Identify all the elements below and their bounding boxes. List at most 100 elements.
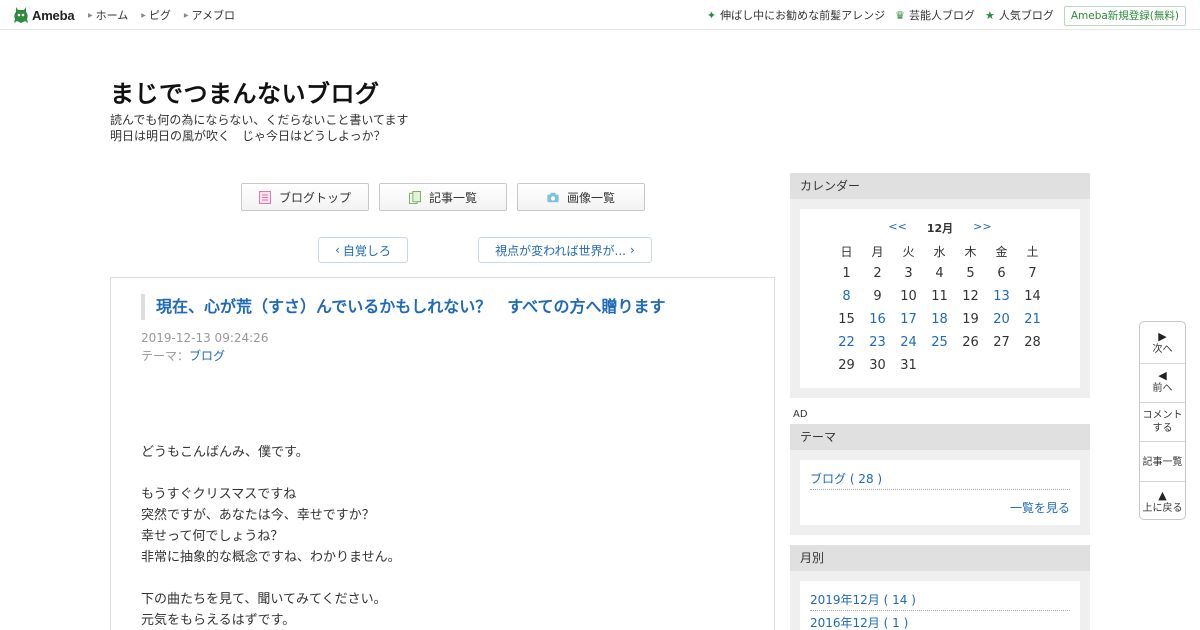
featured-link[interactable]: ✦ 伸ばし中にお勧めな前髪アレンジ xyxy=(707,9,885,23)
article-theme: テーマ：ブログ xyxy=(141,347,225,364)
calendar-day[interactable]: 13 xyxy=(986,285,1017,308)
next-entry-link[interactable]: 視点が変われば世界が... › xyxy=(478,237,652,263)
calendar-day: 12 xyxy=(962,289,979,304)
article-title[interactable]: 現在、心が荒（すさ）んでいるかもしれない？ すべての方へ贈ります xyxy=(141,294,665,320)
nav-pigg[interactable]: ▶ ピグ xyxy=(141,9,171,23)
calendar-grid: 日月火水木金土 1 2 3 4 5 6 7 8 9 10 11 12 13 14 15 16 17 18 19 20 21… xyxy=(831,242,1048,377)
theme-more-link[interactable]: 一覧を見る xyxy=(1010,499,1070,516)
calendar-day[interactable]: 8 xyxy=(831,285,862,308)
calendar-day: 10 xyxy=(900,289,917,304)
entries-list-float-button[interactable]: 記事一覧 xyxy=(1140,456,1185,469)
popular-blog-link[interactable]: ★ 人気ブログ xyxy=(985,9,1054,23)
calendar-day: 9 xyxy=(873,289,882,304)
entries-list-button[interactable]: 記事一覧 xyxy=(379,183,507,211)
theme-body: ブログ ( 28 ) 一覧を見る xyxy=(800,460,1080,525)
prev-page-button[interactable]: ◀ 前へ xyxy=(1140,369,1185,395)
body-line: どうもこんばんみ、僕です。 xyxy=(141,445,309,460)
popular-blog-label: 人気ブログ xyxy=(998,9,1054,22)
monthly-heading: 月別 xyxy=(790,545,1090,571)
prev-page-label: 前へ xyxy=(1152,383,1173,394)
calendar-day: 28 xyxy=(1024,335,1041,350)
calendar-day: 1 xyxy=(842,266,851,281)
calendar-day: 4 xyxy=(935,266,944,281)
body-line: 非常に抽象的な概念ですね、わかりません。 xyxy=(141,550,401,565)
calendar-body: << 12月 >> 日月火水木金土 1 2 3 4 5 6 7 8 9 10 11 12 13 14 15 16… xyxy=(800,209,1080,388)
featured-link-label: 伸ばし中にお勧めな前髪アレンジ xyxy=(720,9,886,22)
divider xyxy=(810,489,1070,490)
calendar-next-link[interactable]: >> xyxy=(973,220,991,236)
signup-button[interactable]: Ameba新規登録(無料) xyxy=(1063,6,1186,26)
calendar-day[interactable]: 17 xyxy=(893,308,924,331)
monthly-item[interactable]: 2019年12月 ( 14 ) xyxy=(810,591,916,608)
calendar-prev-link[interactable]: << xyxy=(888,220,906,236)
theme-item[interactable]: ブログ ( 28 ) xyxy=(810,470,882,487)
calendar-day: 30 xyxy=(869,358,886,373)
nav-ameblo[interactable]: ▶ アメブロ xyxy=(184,9,235,23)
monthly-item[interactable]: 2016年12月 ( 1 ) xyxy=(810,614,908,630)
blog-description-line: 明日は明日の風が吹く じゃ今日はどうしよっか？ xyxy=(110,129,386,143)
caret-right-icon: ▶ xyxy=(183,12,189,19)
calendar-day[interactable]: 22 xyxy=(831,331,862,354)
ameba-logo-icon xyxy=(14,7,28,23)
calendar-weekday: 金 xyxy=(995,245,1008,259)
calendar-weekday: 月 xyxy=(871,245,884,259)
nav-pigg-label: ピグ xyxy=(148,9,171,22)
theme-widget: テーマ ブログ ( 28 ) 一覧を見る xyxy=(790,424,1090,535)
divider xyxy=(1140,363,1185,364)
comment-label-line2: する xyxy=(1152,423,1173,434)
comment-button[interactable]: コメント する xyxy=(1140,409,1185,435)
next-page-label: 次へ xyxy=(1152,344,1173,355)
calendar-empty-cell xyxy=(955,354,986,377)
calendar-day[interactable]: 23 xyxy=(862,331,893,354)
nav-home[interactable]: ▶ ホーム xyxy=(88,9,128,23)
image-list-button[interactable]: 画像一覧 xyxy=(517,183,645,211)
global-header: Ameba ▶ ホーム ▶ ピグ ▶ アメブロ ✦ 伸ばし中にお勧めな前髪アレンジ ♛ 芸… xyxy=(0,0,1200,30)
floating-menu: ▶ 次へ ◀ 前へ コメント する 記事一覧 ▲ 上に戻る xyxy=(1139,321,1186,520)
calendar-day: 3 xyxy=(904,266,913,281)
entries-list-float-label: 記事一覧 xyxy=(1142,457,1183,468)
back-to-top-button[interactable]: ▲ 上に戻る xyxy=(1140,489,1185,515)
camera-icon xyxy=(547,192,559,202)
monthly-body: 2019年12月 ( 14 ) 2016年12月 ( 1 ) xyxy=(800,581,1080,630)
blog-top-button[interactable]: ブログトップ xyxy=(241,183,369,211)
prev-entry-label: 自覚しろ xyxy=(342,243,391,258)
triangle-up-icon: ▲ xyxy=(1158,489,1167,502)
theme-prefix: テーマ： xyxy=(141,349,190,363)
document-icon xyxy=(258,190,271,204)
calendar-day[interactable]: 18 xyxy=(924,308,955,331)
blog-top-label: ブログトップ xyxy=(278,190,351,205)
chevron-right-icon: › xyxy=(630,243,635,257)
divider xyxy=(810,610,1070,611)
blog-title[interactable]: まじでつまんないブログ xyxy=(110,74,380,109)
calendar-day: 5 xyxy=(966,266,975,281)
calendar-weekday: 火 xyxy=(902,245,915,259)
calendar-day[interactable]: 16 xyxy=(862,308,893,331)
calendar-weekday: 木 xyxy=(964,245,977,259)
calendar-empty-cell xyxy=(1017,354,1048,377)
prev-entry-link[interactable]: ‹ 自覚しろ xyxy=(318,237,408,263)
calendar-day: 14 xyxy=(1024,289,1041,304)
article-date: 2019-12-13 09:24:26 xyxy=(141,331,269,345)
calendar-weekday: 水 xyxy=(933,245,946,259)
theme-link[interactable]: ブログ xyxy=(189,349,225,363)
calendar-day[interactable]: 21 xyxy=(1017,308,1048,331)
ameba-logo[interactable]: Ameba xyxy=(13,5,75,25)
calendar-day: 2 xyxy=(873,266,882,281)
entries-list-label: 記事一覧 xyxy=(428,190,477,205)
calendar-day[interactable]: 25 xyxy=(924,331,955,354)
calendar-day: 15 xyxy=(838,312,855,327)
calendar-day[interactable]: 20 xyxy=(986,308,1017,331)
back-to-top-label: 上に戻る xyxy=(1142,503,1183,514)
calendar-day: 26 xyxy=(962,335,979,350)
copy-documents-icon xyxy=(408,190,421,204)
header-links: ✦ 伸ばし中にお勧めな前髪アレンジ ♛ 芸能人ブログ ★ 人気ブログ Ameba新規登… xyxy=(707,6,1186,26)
next-page-button[interactable]: ▶ 次へ xyxy=(1140,330,1185,356)
divider xyxy=(1140,481,1185,482)
image-list-label: 画像一覧 xyxy=(566,190,615,205)
calendar-day[interactable]: 24 xyxy=(893,331,924,354)
celebrity-blog-link[interactable]: ♛ 芸能人ブログ xyxy=(895,9,975,23)
calendar-day: 11 xyxy=(931,289,948,304)
calendar-empty-cell xyxy=(924,354,955,377)
calendar-day: 29 xyxy=(838,358,855,373)
nav-ameblo-label: アメブロ xyxy=(191,9,235,22)
